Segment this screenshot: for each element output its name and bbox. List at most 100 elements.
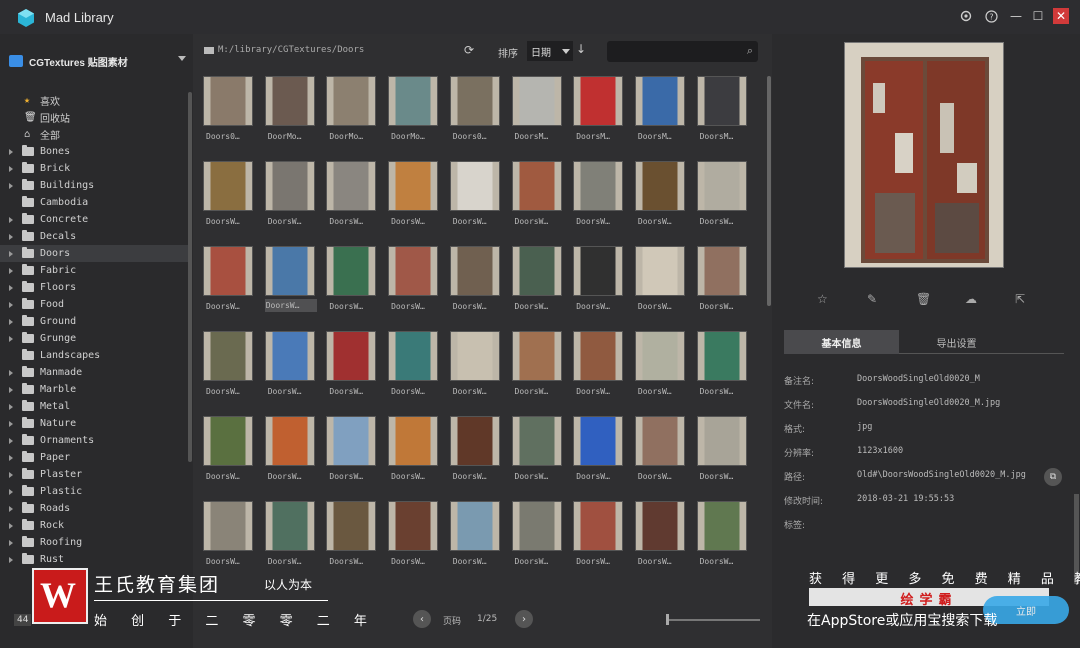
thumbnail-tile[interactable]: DoorsW… <box>326 246 378 311</box>
chevron-right-icon[interactable] <box>9 454 13 461</box>
chevron-right-icon[interactable] <box>9 165 13 172</box>
library-selector[interactable]: CGTextures 贴图素材 <box>0 46 193 76</box>
zoom-slider-handle[interactable] <box>666 614 669 625</box>
thumbnail-tile[interactable]: DoorsW… <box>203 416 255 481</box>
thumbnail-tile[interactable]: DoorsW… <box>203 161 255 226</box>
thumbnail-tile[interactable]: Doors0… <box>203 76 255 141</box>
thumbnail-tile[interactable]: DoorsW… <box>388 416 440 481</box>
chevron-right-icon[interactable] <box>9 437 13 444</box>
sidebar-folder[interactable]: Grunge <box>0 330 188 347</box>
thumbnail-tile[interactable]: DoorsW… <box>634 331 687 396</box>
thumbnail-image[interactable] <box>326 501 377 551</box>
thumbnail-tile[interactable]: DoorsW… <box>449 246 502 311</box>
sidebar-folder[interactable]: Roofing <box>0 534 188 551</box>
thumbnail-tile[interactable]: DoorsW… <box>326 331 378 396</box>
sidebar-folder[interactable]: Plaster <box>0 466 188 483</box>
thumbnail-tile[interactable]: DoorsW… <box>388 246 440 311</box>
thumbnail-tile[interactable]: DoorsW… <box>634 246 687 311</box>
thumbnail-image[interactable] <box>264 246 315 296</box>
thumbnail-image[interactable] <box>449 416 500 466</box>
thumbnail-tile[interactable]: DoorsW… <box>573 416 625 481</box>
thumbnail-tile[interactable]: DoorsW… <box>511 161 564 226</box>
prev-page-button[interactable]: ‹ <box>413 610 431 628</box>
chevron-right-icon[interactable] <box>9 267 13 274</box>
thumbnail-tile[interactable]: DoorsW… <box>264 161 317 226</box>
thumbnail-tile[interactable]: Doors0… <box>449 76 502 141</box>
sidebar-folder[interactable]: Landscapes <box>0 347 188 364</box>
thumbnail-tile[interactable]: DoorsW… <box>573 161 625 226</box>
thumbnail-tile[interactable]: DoorsW… <box>388 331 440 396</box>
thumbnail-image[interactable] <box>203 501 253 551</box>
refresh-icon[interactable]: ⟳ <box>464 43 474 57</box>
grid-scrollbar[interactable] <box>767 76 771 306</box>
sidebar-folder[interactable]: Doors <box>0 245 188 262</box>
sidebar-folder[interactable]: Roads <box>0 500 188 517</box>
upload-icon[interactable]: ☁ <box>965 292 977 306</box>
thumbnail-tile[interactable]: DoorsW… <box>388 501 440 566</box>
chevron-right-icon[interactable] <box>9 216 13 223</box>
thumbnail-tile[interactable]: DoorsW… <box>634 416 687 481</box>
thumbnail-image[interactable] <box>573 161 624 211</box>
thumbnail-tile[interactable]: DoorsM… <box>573 76 625 141</box>
thumbnail-image[interactable] <box>634 501 685 551</box>
maximize-button[interactable]: ☐ <box>1030 8 1046 24</box>
thumbnail-tile[interactable]: DoorsW… <box>326 501 378 566</box>
thumbnail-tile[interactable]: DoorsW… <box>511 501 564 566</box>
thumbnail-image[interactable] <box>203 331 253 381</box>
thumbnail-tile[interactable]: DoorsW… <box>264 416 317 481</box>
close-button[interactable]: ✕ <box>1053 8 1069 24</box>
thumbnail-tile[interactable]: DoorsW… <box>696 416 749 481</box>
sidebar-item-special[interactable]: 🗑 回收站 <box>0 109 188 126</box>
thumbnail-tile[interactable]: DoorsW… <box>203 246 255 311</box>
thumbnail-tile[interactable]: DoorsW… <box>326 416 378 481</box>
minimize-button[interactable]: — <box>1008 8 1024 24</box>
thumbnail-image[interactable] <box>388 331 439 381</box>
thumbnail-image[interactable] <box>449 161 500 211</box>
thumbnail-image[interactable] <box>326 246 377 296</box>
chevron-right-icon[interactable] <box>9 318 13 325</box>
thumbnail-tile[interactable]: DoorsW… <box>203 331 255 396</box>
thumbnail-image[interactable] <box>696 76 747 126</box>
thumbnail-image[interactable] <box>388 76 439 126</box>
thumbnail-image[interactable] <box>511 161 562 211</box>
thumbnail-image[interactable] <box>634 76 685 126</box>
tab-export-settings[interactable]: 导出设置 <box>899 330 1014 354</box>
export-icon[interactable]: ⇱ <box>1015 292 1025 306</box>
thumbnail-tile[interactable]: DoorsW… <box>449 416 502 481</box>
tab-basic-info[interactable]: 基本信息 <box>784 330 899 354</box>
sidebar-folder[interactable]: Ornaments <box>0 432 188 449</box>
chevron-right-icon[interactable] <box>9 539 13 546</box>
sidebar-folder[interactable]: Rust <box>0 551 188 568</box>
chevron-right-icon[interactable] <box>9 403 13 410</box>
thumbnail-tile[interactable]: DoorMo… <box>264 76 317 141</box>
chevron-right-icon[interactable] <box>9 301 13 308</box>
thumbnail-image[interactable] <box>264 501 315 551</box>
thumbnail-tile[interactable]: DoorsW… <box>696 246 749 311</box>
sidebar-item-special[interactable]: ⌂ 全部 <box>0 126 188 143</box>
thumbnail-tile[interactable]: DoorsW… <box>264 331 317 396</box>
sidebar-folder[interactable]: Concrete <box>0 211 188 228</box>
sidebar-folder[interactable]: Plastic <box>0 483 188 500</box>
sidebar-folder[interactable]: Food <box>0 296 188 313</box>
thumbnail-image[interactable] <box>511 76 562 126</box>
edit-icon[interactable]: ✎ <box>867 292 877 306</box>
thumbnail-image[interactable] <box>573 331 624 381</box>
thumbnail-image[interactable] <box>264 161 315 211</box>
thumbnail-tile[interactable]: DoorsW… <box>511 331 564 396</box>
thumbnail-image[interactable] <box>449 76 500 126</box>
chevron-right-icon[interactable] <box>9 335 13 342</box>
thumbnail-image[interactable] <box>203 246 253 296</box>
thumbnail-image[interactable] <box>203 416 253 466</box>
thumbnail-image[interactable] <box>696 246 747 296</box>
thumbnail-image[interactable] <box>388 416 439 466</box>
sidebar-folder[interactable]: Buildings <box>0 177 188 194</box>
sidebar-folder[interactable]: Ground <box>0 313 188 330</box>
thumbnail-image[interactable] <box>573 501 624 551</box>
thumbnail-tile[interactable]: DoorsW… <box>573 331 625 396</box>
thumbnail-tile[interactable]: DoorsW… <box>573 501 625 566</box>
thumbnail-image[interactable] <box>573 416 624 466</box>
thumbnail-image[interactable] <box>449 331 500 381</box>
sidebar-folder[interactable]: Cambodia <box>0 194 188 211</box>
thumbnail-tile[interactable]: DoorsW… <box>634 501 687 566</box>
chevron-right-icon[interactable] <box>9 369 13 376</box>
